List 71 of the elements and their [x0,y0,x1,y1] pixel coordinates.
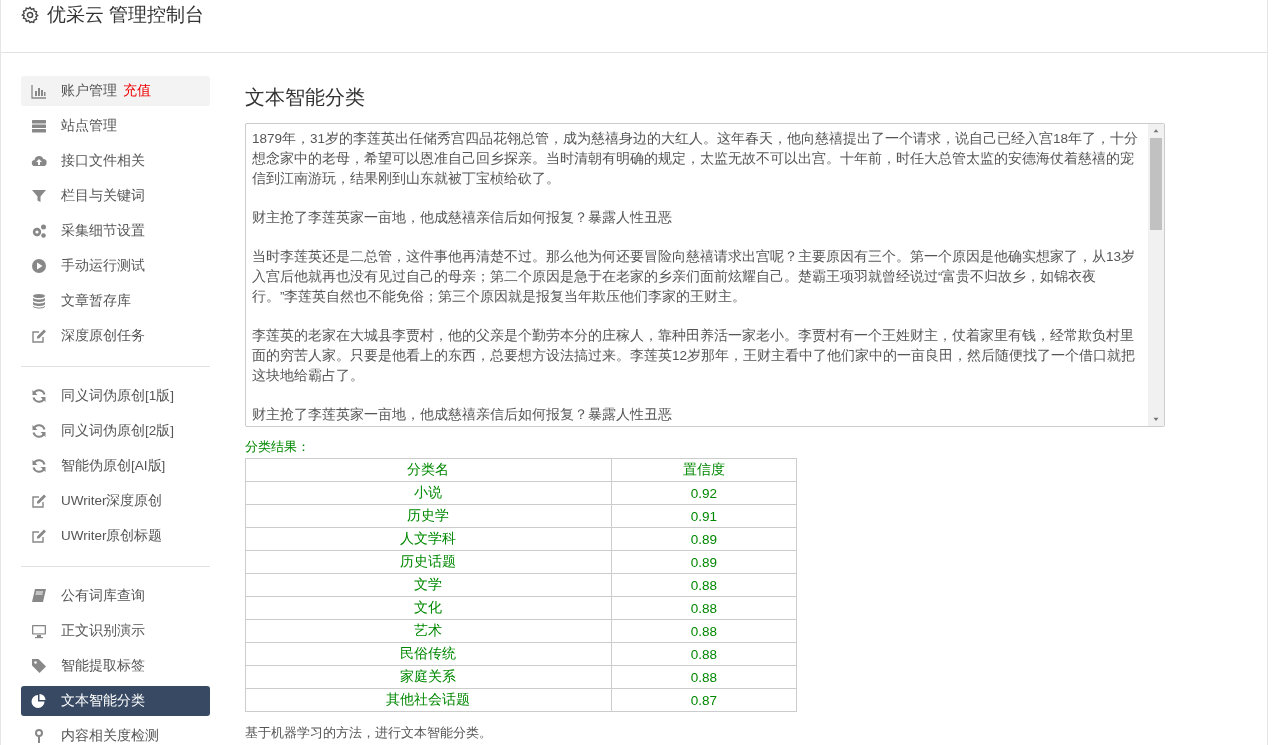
sidebar-item[interactable]: 同义词伪原创[2版] [21,416,210,446]
sidebar-item[interactable]: 采集细节设置 [21,216,210,246]
sidebar-item[interactable]: 栏目与关键词 [21,181,210,211]
sidebar-item[interactable]: 公有词库查询 [21,581,210,611]
table-cell: 其他社会话题 [245,688,612,712]
settings-icon [21,6,39,24]
table-cell: 历史学 [245,504,612,528]
text-input-area[interactable] [245,123,1165,427]
table-cell: 0.92 [611,481,797,505]
book-icon [31,588,47,604]
sidebar-item[interactable]: 深度原创任务 [21,321,210,351]
table-cell: 0.88 [611,596,797,620]
sidebar-item[interactable]: 智能伪原创[AI版] [21,451,210,481]
table-cell: 文学 [245,573,612,597]
server-icon [31,118,47,134]
table-cell: 艺术 [245,619,612,643]
sidebar-item[interactable]: 内容相关度检测 [21,721,210,745]
sidebar-item[interactable]: 正文识别演示 [21,616,210,646]
tag-icon [31,658,47,674]
paragraph: 当时李莲英还是二总管，这件事他再清楚不过。那么他为何还要冒险向慈禧请求出宫呢？主要原因有三个。第一个原因是他确实想家了，从13岁入宫后他就再也没有见过自己的母亲；第二个原因是急于在老家的乡亲们面前炫耀自己。楚霸王项羽就曾经说过“富贵不归故乡，如锦衣夜行。”李莲英自然也不能免俗；第三个原因就是报复当年欺压他们李家的王财主。 [252,248,1137,306]
page-title: 文本智能分类 [245,85,366,110]
refresh-icon [31,388,47,404]
sidebar-item[interactable]: 文章暂存库 [21,286,210,316]
table-cell: 0.87 [611,688,797,712]
sidebar-item[interactable]: 智能提取标签 [21,651,210,681]
database-icon [31,293,47,309]
table-cell: 0.88 [611,665,797,689]
sidebar-item[interactable]: UWriter深度原创 [21,486,210,516]
edit-icon [31,328,47,344]
table-cell: 0.88 [611,573,797,597]
table-cell: 0.88 [611,642,797,666]
monitor-icon [31,623,47,639]
paragraph: 李莲英的老家在大城县李贾村，他的父亲是个勤劳本分的庄稼人，靠种田养活一家老小。李贾村有一个王姓财主，仗着家里有钱，经常欺负村里面的穷苦人家。只要是他看上的东西，总要想方设法搞过来。李莲英12岁那年，王财主看中了他们家中的一亩良田，然后随便找了一个借口就把这块地给霸占了。 [252,327,1137,385]
table-cell: 0.89 [611,550,797,574]
table-cell: 家庭关系 [245,665,612,689]
table-cell: 历史话题 [245,550,612,574]
edit-icon [31,528,47,544]
footnote: 基于机器学习的方法，进行文本智能分类。 [245,724,493,742]
column-header: 置信度 [611,458,797,482]
gears-icon [31,223,47,239]
paragraph: 财主抢了李莲英家一亩地，他成慈禧亲信后如何报复？暴露人性丑恶 [252,209,673,227]
paragraph: 财主抢了李莲英家一亩地，他成慈禧亲信后如何报复？暴露人性丑恶 [252,406,673,424]
sidebar-item[interactable]: 接口文件相关 [21,146,210,176]
sidebar-item[interactable]: 文本智能分类 [21,686,210,716]
refresh-icon [31,458,47,474]
table-cell: 小说 [245,481,612,505]
table-cell: 人文学科 [245,527,612,551]
paragraph: 1879年，31岁的李莲英出任储秀宫四品花翎总管，成为慈禧身边的大红人。这年春天，他向慈禧提出了一个请求，说自己已经入宫18年了，十分想念家中的老母，希望可以恩准自己回乡探亲。当时清朝有明确的规定，太监无故不可以出宫。十年前，时任大总管太监的安德海仗着慈禧的宠信到江南游玩，结果刚到山东就被丁宝桢给砍了。 [252,130,1140,188]
cloud-upload-icon [31,153,47,169]
console-title: 优采云 管理控制台 [47,3,205,27]
table-cell: 民俗传统 [245,642,612,666]
sidebar-item[interactable]: UWriter原创标题 [21,521,210,551]
play-icon [31,258,47,274]
column-header: 分类名 [245,458,612,482]
sidebar-item[interactable]: 同义词伪原创[1版] [21,381,210,411]
recharge-link[interactable]: 充值 [123,82,151,100]
scrollbar[interactable] [1148,124,1164,426]
scroll-thumb[interactable] [1150,138,1162,230]
table-cell: 0.91 [611,504,797,528]
table-cell: 文化 [245,596,612,620]
result-label: 分类结果： [245,438,311,456]
sidebar-item[interactable]: 账户管理 充值 [21,76,210,106]
sidebar-item[interactable]: 站点管理 [21,111,210,141]
table-cell: 0.88 [611,619,797,643]
bar-chart-icon [31,83,47,99]
table-cell: 0.89 [611,527,797,551]
pie-chart-icon [31,693,47,709]
filter-icon [31,188,47,204]
edit-icon [31,493,47,509]
sidebar-item[interactable]: 手动运行测试 [21,251,210,281]
refresh-icon [31,423,47,439]
